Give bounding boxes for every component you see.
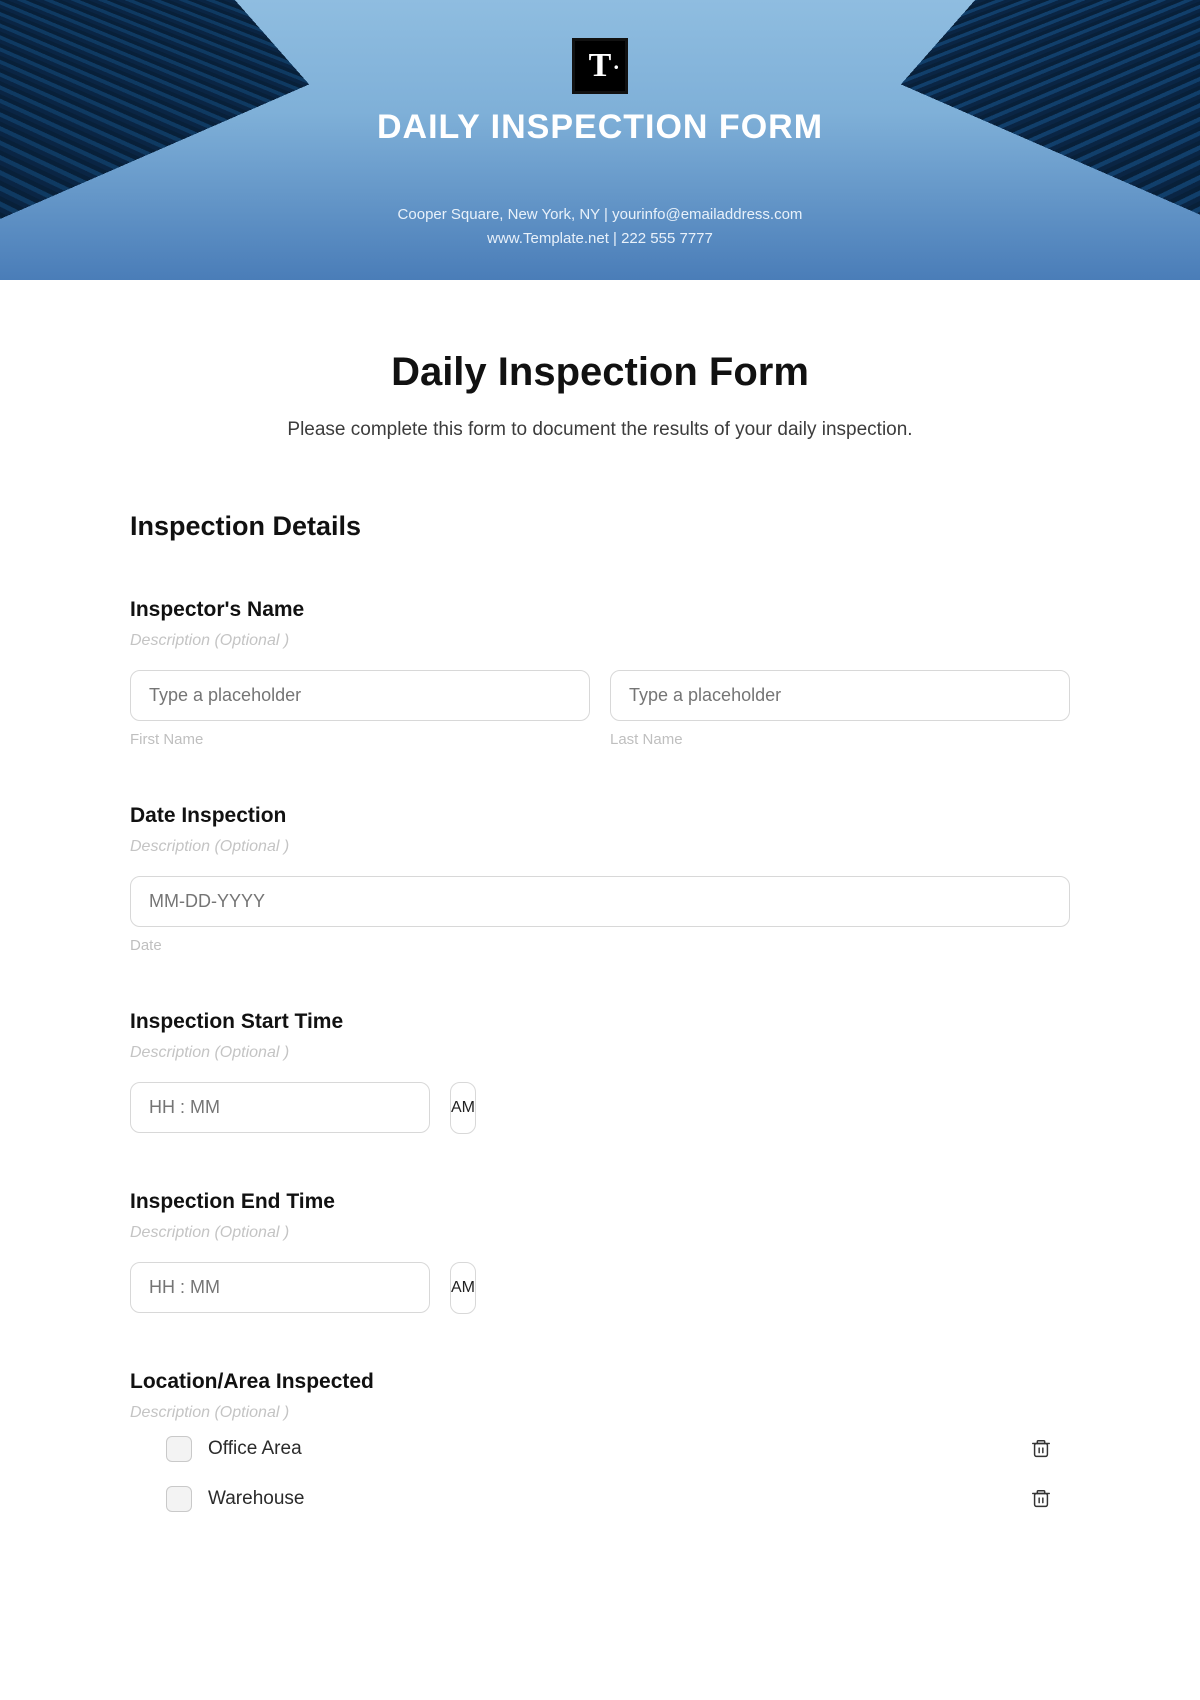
section-heading-inspection-details: Inspection Details: [130, 511, 1070, 542]
location-option-label: Office Area: [208, 1438, 1014, 1460]
form-title: Daily Inspection Form: [130, 350, 1070, 395]
brand-logo: T: [572, 38, 628, 94]
field-date-inspection: Date Inspection Description (Optional ) …: [130, 804, 1070, 954]
first-name-input[interactable]: [130, 670, 590, 721]
location-label: Location/Area Inspected: [130, 1370, 1070, 1394]
field-end-time: Inspection End Time Description (Optiona…: [130, 1190, 1070, 1314]
end-time-ampm-toggle[interactable]: AM: [450, 1262, 476, 1314]
end-time-label: Inspection End Time: [130, 1190, 1070, 1214]
form-subtitle: Please complete this form to document th…: [130, 419, 1070, 441]
end-time-description[interactable]: Description (Optional ): [130, 1224, 1070, 1242]
field-start-time: Inspection Start Time Description (Optio…: [130, 1010, 1070, 1134]
contact-line-1: Cooper Square, New York, NY | yourinfo@e…: [0, 203, 1200, 227]
first-name-sublabel: First Name: [130, 731, 590, 748]
location-option-row: Warehouse: [130, 1472, 1070, 1522]
start-time-input[interactable]: [130, 1082, 430, 1133]
location-option-row: Office Area: [130, 1422, 1070, 1472]
last-name-input[interactable]: [610, 670, 1070, 721]
checkbox-office-area[interactable]: [166, 1436, 192, 1462]
inspector-name-description[interactable]: Description (Optional ): [130, 632, 1070, 650]
contact-line-2: www.Template.net | 222 555 7777: [0, 227, 1200, 251]
location-description[interactable]: Description (Optional ): [130, 1404, 1070, 1422]
location-option-label: Warehouse: [208, 1488, 1014, 1510]
trash-icon[interactable]: [1030, 1438, 1052, 1460]
date-input[interactable]: [130, 876, 1070, 927]
inspector-name-label: Inspector's Name: [130, 598, 1070, 622]
field-location: Location/Area Inspected Description (Opt…: [130, 1370, 1070, 1522]
form-content: Daily Inspection Form Please complete th…: [0, 280, 1200, 1562]
date-sublabel: Date: [130, 937, 1070, 954]
trash-icon[interactable]: [1030, 1488, 1052, 1510]
header-banner: T DAILY INSPECTION FORM Cooper Square, N…: [0, 0, 1200, 280]
header-contact: Cooper Square, New York, NY | yourinfo@e…: [0, 203, 1200, 251]
date-inspection-label: Date Inspection: [130, 804, 1070, 828]
start-time-description[interactable]: Description (Optional ): [130, 1044, 1070, 1062]
date-inspection-description[interactable]: Description (Optional ): [130, 838, 1070, 856]
end-time-input[interactable]: [130, 1262, 430, 1313]
header-title: DAILY INSPECTION FORM: [0, 108, 1200, 147]
checkbox-warehouse[interactable]: [166, 1486, 192, 1512]
start-time-label: Inspection Start Time: [130, 1010, 1070, 1034]
field-inspector-name: Inspector's Name Description (Optional )…: [130, 598, 1070, 748]
last-name-sublabel: Last Name: [610, 731, 1070, 748]
start-time-ampm-toggle[interactable]: AM: [450, 1082, 476, 1134]
